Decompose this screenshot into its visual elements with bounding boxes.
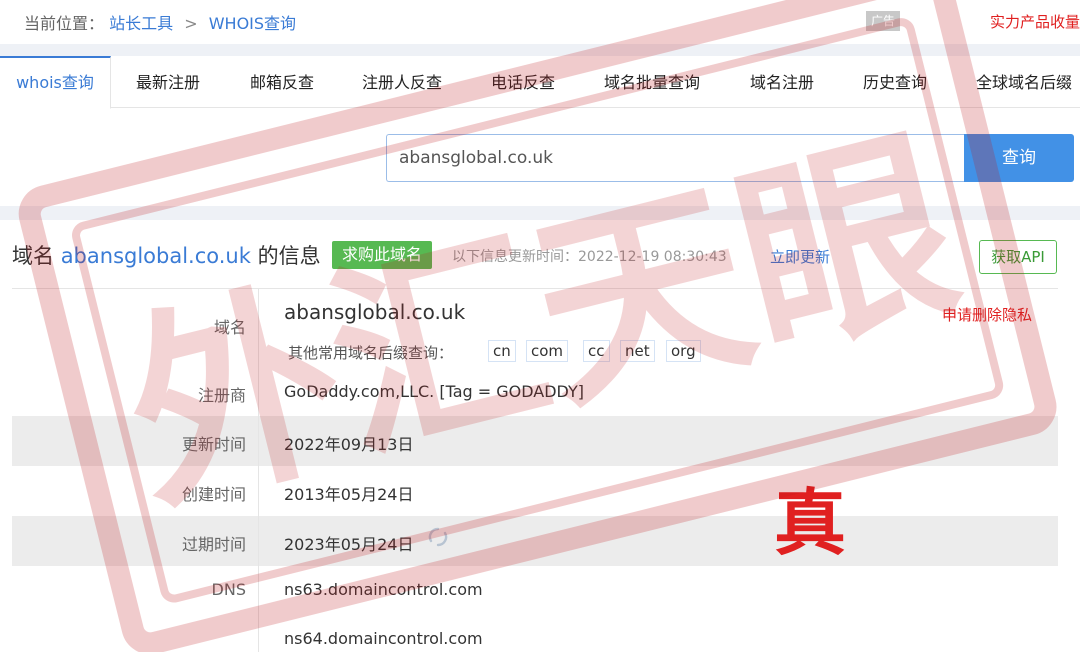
registrar-value: GoDaddy.com,LLC. [Tag = GODADDY]	[284, 382, 584, 401]
ad-badge: 广告	[866, 11, 900, 31]
updated-label: 更新时间	[181, 435, 246, 454]
table-column-divider	[258, 288, 259, 652]
remove-privacy-link[interactable]: 申请删除隐私	[942, 304, 1032, 325]
breadcrumb-link-tools[interactable]: 站长工具	[109, 14, 173, 33]
created-value: 2013年05月24日	[284, 485, 414, 504]
table-row-dns: DNS ns63.domaincontrol.com ns64.domainco…	[12, 566, 1058, 652]
update-now-link[interactable]: 立即更新	[770, 246, 830, 267]
suffix-link-cn[interactable]: cn	[488, 340, 516, 362]
tab-global-suffix[interactable]: 全球域名后缀	[976, 56, 1072, 108]
domain-search-input[interactable]: abansglobal.co.uk	[386, 134, 964, 182]
suffix-link-com[interactable]: com	[526, 340, 569, 362]
updated-value: 2022年09月13日	[284, 435, 414, 454]
info-title: 域名 abansglobal.co.uk 的信息	[12, 240, 321, 270]
breadcrumb-link-whois[interactable]: WHOIS查询	[209, 14, 296, 33]
tab-registrant-reverse[interactable]: 注册人反查	[362, 56, 442, 108]
update-time-text: 以下信息更新时间：2022-12-19 08:30:43	[452, 249, 727, 265]
breadcrumb-separator: >	[184, 14, 198, 33]
tab-phone-reverse[interactable]: 电话反查	[491, 56, 555, 108]
info-title-domain[interactable]: abansglobal.co.uk	[61, 244, 251, 268]
suffix-link-cc[interactable]: cc	[583, 340, 610, 362]
expiry-value: 2023年05月24日	[284, 535, 414, 554]
registrar-label: 注册商	[197, 386, 246, 405]
tab-history[interactable]: 历史查询	[863, 56, 927, 108]
tab-whois[interactable]: whois查询	[0, 56, 111, 109]
dns-value-1: ns63.domaincontrol.com	[284, 580, 483, 599]
breadcrumb-bar: 当前位置： 站长工具 > WHOIS查询 广告 实力产品收量	[0, 0, 1080, 44]
suffix-link-org[interactable]: org	[666, 340, 701, 362]
table-row-created: 创建时间 2013年05月24日	[12, 466, 1058, 516]
info-title-prefix: 域名	[12, 244, 54, 268]
refresh-icon[interactable]	[428, 527, 448, 547]
table-row-expiry: 过期时间 2023年05月24日	[12, 516, 1058, 566]
whois-info-card: 域名 abansglobal.co.uk 的信息 求购此域名 以下信息更新时间：…	[0, 220, 1080, 652]
breadcrumb-prefix: 当前位置：	[24, 14, 105, 33]
domain-value: abansglobal.co.uk	[284, 300, 466, 324]
ad-link[interactable]: 实力产品收量	[990, 11, 1080, 32]
search-panel: whois查询 最新注册 邮箱反查 注册人反查 电话反查 域名批量查询 域名注册…	[0, 56, 1080, 206]
breadcrumb: 当前位置： 站长工具 > WHOIS查询	[24, 10, 296, 34]
tab-domain-register[interactable]: 域名注册	[750, 56, 814, 108]
tab-bar: whois查询 最新注册 邮箱反查 注册人反查 电话反查 域名批量查询 域名注册…	[0, 56, 1080, 109]
table-row-registrar: 注册商 GoDaddy.com,LLC. [Tag = GODADDY]	[12, 366, 1058, 416]
tab-batch-query[interactable]: 域名批量查询	[604, 56, 700, 108]
domain-label: 域名	[213, 318, 246, 337]
created-label: 创建时间	[181, 485, 246, 504]
query-button[interactable]: 查询	[964, 134, 1074, 182]
tab-latest-registered[interactable]: 最新注册	[136, 56, 200, 108]
expiry-label: 过期时间	[181, 535, 246, 554]
authentic-stamp-mark: 真	[774, 480, 847, 565]
dns-label: DNS	[211, 580, 246, 599]
table-row-updated: 更新时间 2022年09月13日	[12, 416, 1058, 466]
info-title-suffix: 的信息	[257, 244, 321, 268]
dns-value-2: ns64.domaincontrol.com	[284, 629, 483, 648]
get-api-button[interactable]: 获取API	[979, 240, 1057, 274]
tab-email-reverse[interactable]: 邮箱反查	[250, 56, 314, 108]
suffix-link-net[interactable]: net	[620, 340, 655, 362]
buy-domain-button[interactable]: 求购此域名	[332, 241, 432, 269]
suffix-query-label: 其他常用域名后缀查询：	[288, 344, 454, 362]
